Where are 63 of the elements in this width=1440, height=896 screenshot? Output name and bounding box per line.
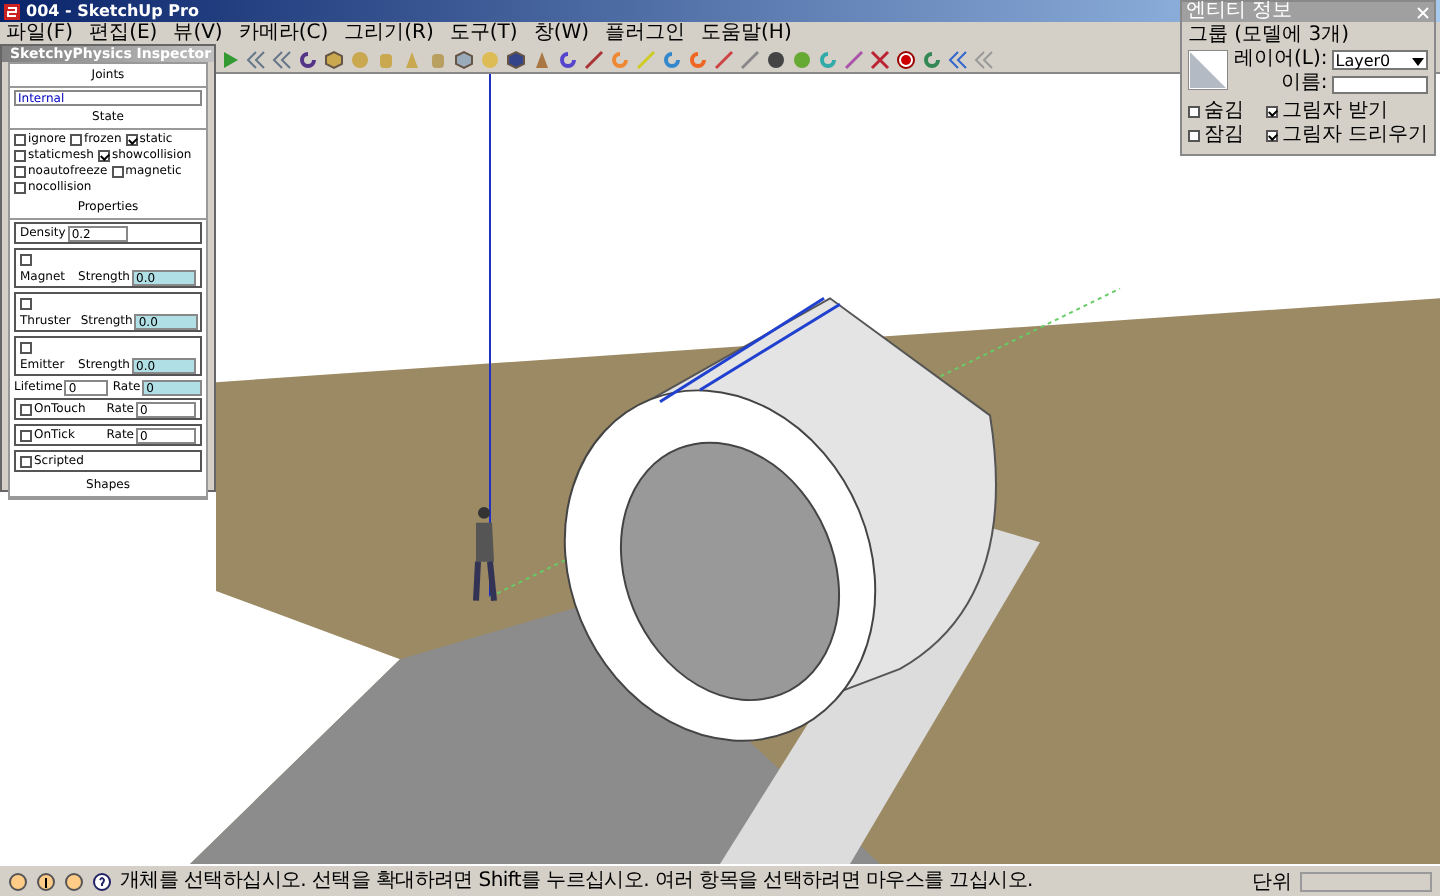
checkbox-label: 숨김 [1204, 100, 1244, 122]
rewind-icon[interactable] [246, 49, 266, 69]
checkbox[interactable] [20, 455, 32, 467]
line-icon[interactable] [714, 49, 734, 69]
checkbox-label: 그림자 받기 [1282, 100, 1389, 122]
checkbox[interactable] [20, 253, 32, 265]
caret-icon [1412, 53, 1424, 67]
window-title: 004 - SketchUp Pro [26, 1, 199, 21]
checkbox[interactable] [14, 165, 26, 177]
menu-item[interactable]: 그리기(R) [344, 22, 434, 46]
menu-item[interactable]: 창(W) [533, 22, 590, 46]
field-label: 이름: [1278, 74, 1328, 94]
rewind-icon[interactable] [272, 49, 292, 69]
checkbox[interactable] [20, 297, 32, 309]
checkbox[interactable] [125, 133, 138, 145]
checkbox[interactable] [111, 165, 124, 177]
checkbox[interactable] [14, 133, 26, 145]
checkbox[interactable] [20, 403, 32, 415]
line-icon[interactable] [844, 49, 864, 69]
status-message: 개체를 선택하십시오. 선택을 확대하려면 Shift를 누르십시오. 여러 항목을 선택하려면 마우스를 끄십시오. [120, 869, 1035, 893]
checkbox[interactable] [20, 429, 32, 441]
material-swatch[interactable] [1188, 50, 1228, 90]
checkbox[interactable] [1188, 105, 1200, 117]
cube-icon[interactable] [454, 49, 474, 69]
checkbox[interactable] [1188, 129, 1200, 141]
menu-item[interactable]: 편집(E) [89, 22, 158, 46]
menu-item[interactable]: 도움말(H) [701, 22, 792, 46]
rewind-icon[interactable] [948, 49, 968, 69]
units-field[interactable] [1300, 871, 1432, 891]
checkbox[interactable] [14, 149, 26, 161]
field-label: 레이어(L): [1234, 50, 1328, 70]
units-label: 단위 [1252, 869, 1292, 895]
menu-item[interactable]: 도구(T) [449, 22, 518, 46]
checkbox[interactable] [1266, 129, 1278, 141]
line-icon[interactable] [584, 49, 604, 69]
menu-item[interactable]: 뷰(V) [173, 22, 223, 46]
checkbox[interactable] [1266, 105, 1278, 117]
cube-icon[interactable] [324, 49, 344, 69]
menu-item[interactable]: 파일(F) [6, 22, 74, 46]
checkbox[interactable] [97, 149, 110, 161]
menu-item[interactable]: 카메라(C) [238, 22, 329, 46]
cone-icon[interactable] [532, 49, 552, 69]
circle-icon[interactable] [64, 871, 84, 891]
menu-item[interactable]: 플러그인 [605, 22, 686, 46]
checkbox[interactable] [20, 341, 32, 353]
play-icon[interactable] [220, 49, 240, 69]
cube-icon[interactable] [506, 49, 526, 69]
checkbox[interactable] [69, 133, 82, 145]
app-logo-icon [4, 3, 20, 19]
checkbox[interactable] [14, 181, 26, 193]
record-icon[interactable] [896, 49, 916, 69]
name-field[interactable] [1331, 75, 1428, 93]
checkbox-label: 그림자 드리우기 [1282, 124, 1429, 146]
person-figure [473, 507, 497, 604]
panel-title: 엔티티 정보 [1186, 2, 1293, 22]
info-icon[interactable] [36, 871, 56, 891]
layer-dropdown[interactable]: Layer0 [1331, 50, 1428, 70]
help-icon[interactable] [92, 871, 112, 891]
entity-heading: 그룹 (모델에 3개) [1186, 22, 1352, 48]
checkbox-label: 잠김 [1204, 124, 1244, 146]
close-icon[interactable] [1416, 5, 1430, 19]
circle-icon[interactable] [8, 871, 28, 891]
cross-icon[interactable] [870, 49, 890, 69]
